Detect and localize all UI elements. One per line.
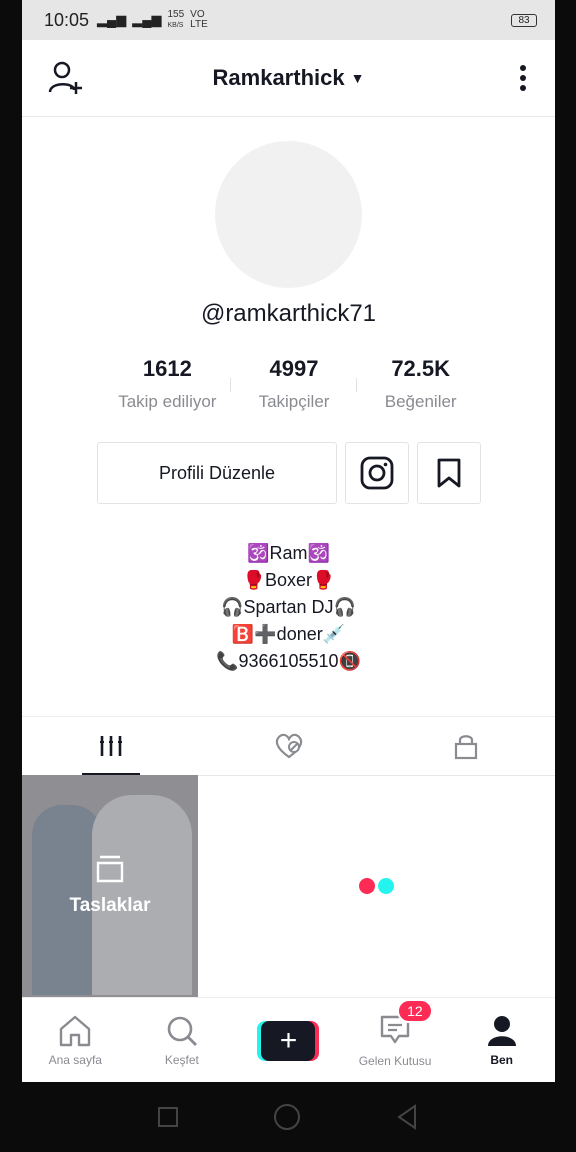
signal-icon: ▂▄▆ — [97, 12, 127, 27]
drafts-tile[interactable]: Taslaklar — [22, 775, 198, 997]
tab-videos[interactable] — [22, 717, 200, 775]
favorites-button[interactable] — [417, 442, 481, 504]
liked-hidden-icon — [275, 733, 302, 759]
tab-liked[interactable] — [200, 717, 378, 775]
stats-row: 1612 Takip ediliyor 4997 Takipçiler 72.5… — [104, 356, 484, 412]
loading-indicator — [198, 775, 555, 997]
system-nav-bar — [0, 1082, 576, 1152]
bio-line: 📞9366105510📵 — [216, 651, 361, 671]
stat-followers[interactable]: 4997 Takipçiler — [231, 356, 358, 412]
status-time: 10:05 — [44, 9, 90, 30]
edit-profile-button[interactable]: Profili Düzenle — [97, 442, 337, 504]
bottom-nav: Ana sayfa Keşfet + 12 Gelen Kutusu Ben — [22, 997, 555, 1082]
status-bar: 10:05 ▂▄▆ ▂▄▆ 155 KB/S VO LTE 83 — [22, 0, 555, 40]
home-circle-icon[interactable] — [273, 1103, 301, 1131]
inbox-badge: 12 — [397, 999, 433, 1023]
profile-icon — [487, 1015, 516, 1046]
username-switcher[interactable]: Ramkarthick ▼ — [213, 65, 365, 91]
network-speed: 155 KB/S — [167, 8, 185, 29]
plus-icon: + — [261, 1020, 316, 1061]
stat-likes[interactable]: 72.5K Beğeniler — [357, 356, 484, 412]
username-label: Ramkarthick — [212, 65, 345, 90]
stat-label: Takip ediliyor — [118, 392, 217, 411]
nav-create[interactable]: + — [235, 998, 342, 1082]
stat-label: Beğeniler — [384, 392, 457, 411]
signal-icon-2: ▂▄▆ — [132, 12, 162, 27]
loading-dot-red — [359, 878, 375, 894]
kebab-icon[interactable] — [519, 64, 527, 92]
stat-value: 1612 — [142, 356, 192, 381]
profile-header: Ramkarthick ▼ — [22, 40, 555, 117]
lock-icon — [455, 735, 478, 760]
profile-bio: 🕉️Ram🕉️ 🥊Boxer🥊 🎧Spartan DJ🎧 🅱️➕doner💉 📞… — [22, 540, 555, 675]
video-grid: Taslaklar — [22, 775, 555, 997]
inbox-icon-wrap: 12 — [379, 999, 433, 1048]
bio-line: 🕉️Ram🕉️ — [247, 543, 330, 563]
content-tabs — [22, 716, 555, 776]
instagram-button[interactable] — [345, 442, 409, 504]
nav-label: Keşfet — [164, 1052, 199, 1067]
draft-overlay: Taslaklar — [22, 775, 198, 997]
create-button[interactable]: + — [257, 1020, 320, 1061]
nav-home[interactable]: Ana sayfa — [22, 998, 129, 1082]
bio-line: 🎧Spartan DJ🎧 — [221, 597, 356, 617]
loading-dot-cyan — [378, 878, 394, 894]
profile-actions: Profili Düzenle — [97, 442, 481, 504]
drafts-icon — [96, 855, 124, 883]
back-icon[interactable] — [395, 1104, 419, 1130]
search-icon — [167, 1016, 197, 1046]
profile-handle: @ramkarthick71 — [200, 300, 377, 327]
stat-value: 4997 — [269, 356, 319, 381]
instagram-icon — [360, 456, 394, 490]
nav-label: Ben — [490, 1052, 513, 1067]
nav-label: Ana sayfa — [48, 1052, 102, 1067]
nav-discover[interactable]: Keşfet — [129, 998, 236, 1082]
stat-following[interactable]: 1612 Takip ediliyor — [104, 356, 231, 412]
drafts-label: Taslaklar — [69, 895, 151, 916]
stat-label: Takipçiler — [258, 392, 330, 411]
bookmark-icon — [437, 458, 461, 488]
battery-icon: 83 — [511, 13, 537, 27]
recents-icon[interactable] — [157, 1106, 179, 1128]
caret-down-icon: ▼ — [350, 70, 365, 86]
nav-label: Gelen Kutusu — [358, 1054, 432, 1068]
home-icon — [60, 1015, 91, 1046]
nav-me[interactable]: Ben — [448, 998, 555, 1082]
stat-value: 72.5K — [391, 356, 451, 381]
bio-line: 🅱️➕doner💉 — [231, 624, 346, 644]
tab-private[interactable] — [377, 717, 555, 775]
person-plus-icon[interactable] — [48, 60, 84, 96]
carrier-label: VO LTE — [190, 9, 208, 30]
videos-grid-icon — [99, 736, 122, 756]
avatar[interactable] — [215, 141, 362, 288]
bio-line: 🥊Boxer🥊 — [242, 570, 335, 590]
phone-screen: 10:05 ▂▄▆ ▂▄▆ 155 KB/S VO LTE 83 Ramkarth… — [22, 0, 555, 1082]
nav-inbox[interactable]: 12 Gelen Kutusu — [342, 998, 449, 1082]
